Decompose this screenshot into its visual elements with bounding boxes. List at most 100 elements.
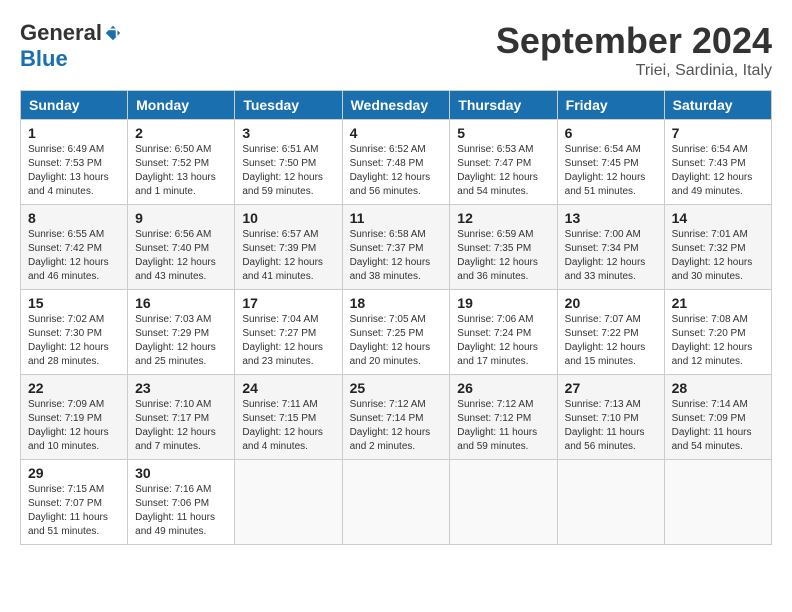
calendar-week-row: 8 Sunrise: 6:55 AMSunset: 7:42 PMDaylight…: [21, 205, 772, 290]
day-info: Sunrise: 7:06 AMSunset: 7:24 PMDaylight:…: [457, 313, 549, 369]
calendar-week-row: 22Sunrise: 7:09 AMSunset: 7:19 PMDayligh…: [21, 375, 772, 460]
day-number: 16: [135, 295, 227, 311]
day-number: 28: [672, 380, 764, 396]
logo: General Blue: [20, 20, 122, 72]
table-row: [450, 460, 557, 545]
day-number: 21: [672, 295, 764, 311]
day-number: 4: [350, 125, 443, 141]
day-info: Sunrise: 6:57 AMSunset: 7:39 PMDaylight:…: [242, 228, 334, 284]
day-number: 5: [457, 125, 549, 141]
day-number: 15: [28, 295, 120, 311]
day-info: Sunrise: 7:16 AMSunset: 7:06 PMDaylight:…: [135, 483, 227, 539]
logo-general-text: General: [20, 20, 102, 46]
day-number: 24: [242, 380, 334, 396]
day-info: Sunrise: 7:01 AMSunset: 7:32 PMDaylight:…: [672, 228, 764, 284]
day-number: 27: [565, 380, 657, 396]
day-number: 20: [565, 295, 657, 311]
calendar-header-row: Sunday Monday Tuesday Wednesday Thursday…: [21, 91, 772, 120]
table-row: 11 Sunrise: 6:58 AMSunset: 7:37 PMDayligh…: [342, 205, 450, 290]
day-number: 18: [350, 295, 443, 311]
header-thursday: Thursday: [450, 91, 557, 120]
calendar-week-row: 1 Sunrise: 6:49 AMSunset: 7:53 PMDaylight…: [21, 120, 772, 205]
day-info: Sunrise: 6:54 AMSunset: 7:43 PMDaylight:…: [672, 143, 764, 199]
day-info: Sunrise: 7:11 AMSunset: 7:15 PMDaylight:…: [242, 398, 334, 454]
table-row: 6Sunrise: 6:54 AMSunset: 7:45 PMDaylight…: [557, 120, 664, 205]
day-number: 13: [565, 210, 657, 226]
day-info: Sunrise: 6:59 AMSunset: 7:35 PMDaylight:…: [457, 228, 549, 284]
day-info: Sunrise: 6:52 AMSunset: 7:48 PMDaylight:…: [350, 143, 443, 199]
header-saturday: Saturday: [664, 91, 771, 120]
table-row: 13 Sunrise: 7:00 AMSunset: 7:34 PMDayligh…: [557, 205, 664, 290]
header-friday: Friday: [557, 91, 664, 120]
table-row: 7 Sunrise: 6:54 AMSunset: 7:43 PMDaylight…: [664, 120, 771, 205]
day-number: 30: [135, 465, 227, 481]
title-block: September 2024 Triei, Sardinia, Italy: [496, 20, 772, 80]
day-info: Sunrise: 7:08 AMSunset: 7:20 PMDaylight:…: [672, 313, 764, 369]
day-info: Sunrise: 7:05 AMSunset: 7:25 PMDaylight:…: [350, 313, 443, 369]
day-number: 17: [242, 295, 334, 311]
day-info: Sunrise: 6:55 AMSunset: 7:42 PMDaylight:…: [28, 228, 120, 284]
day-number: 2: [135, 125, 227, 141]
table-row: 25 Sunrise: 7:12 AMSunset: 7:14 PMDayligh…: [342, 375, 450, 460]
table-row: 23 Sunrise: 7:10 AMSunset: 7:17 PMDayligh…: [128, 375, 235, 460]
table-row: 21 Sunrise: 7:08 AMSunset: 7:20 PMDayligh…: [664, 290, 771, 375]
table-row: 28Sunrise: 7:14 AMSunset: 7:09 PMDayligh…: [664, 375, 771, 460]
day-info: Sunrise: 7:10 AMSunset: 7:17 PMDaylight:…: [135, 398, 227, 454]
day-number: 23: [135, 380, 227, 396]
table-row: 22Sunrise: 7:09 AMSunset: 7:19 PMDayligh…: [21, 375, 128, 460]
header-wednesday: Wednesday: [342, 91, 450, 120]
calendar-week-row: 15 Sunrise: 7:02 AMSunset: 7:30 PMDayligh…: [21, 290, 772, 375]
day-info: Sunrise: 6:58 AMSunset: 7:37 PMDaylight:…: [350, 228, 443, 284]
day-number: 29: [28, 465, 120, 481]
table-row: 19 Sunrise: 7:06 AMSunset: 7:24 PMDayligh…: [450, 290, 557, 375]
day-number: 19: [457, 295, 549, 311]
table-row: 20 Sunrise: 7:07 AMSunset: 7:22 PMDayligh…: [557, 290, 664, 375]
table-row: 4 Sunrise: 6:52 AMSunset: 7:48 PMDaylight…: [342, 120, 450, 205]
header-sunday: Sunday: [21, 91, 128, 120]
day-info: Sunrise: 6:50 AMSunset: 7:52 PMDaylight:…: [135, 143, 227, 199]
table-row: [557, 460, 664, 545]
day-info: Sunrise: 7:12 AMSunset: 7:14 PMDaylight:…: [350, 398, 443, 454]
table-row: 2 Sunrise: 6:50 AMSunset: 7:52 PMDaylight…: [128, 120, 235, 205]
day-info: Sunrise: 7:02 AMSunset: 7:30 PMDaylight:…: [28, 313, 120, 369]
table-row: [342, 460, 450, 545]
table-row: 29 Sunrise: 7:15 AMSunset: 7:07 PMDayligh…: [21, 460, 128, 545]
day-number: 26: [457, 380, 549, 396]
page-header: General Blue September 2024 Triei, Sardi…: [20, 20, 772, 80]
table-row: 1 Sunrise: 6:49 AMSunset: 7:53 PMDaylight…: [21, 120, 128, 205]
day-number: 10: [242, 210, 334, 226]
day-info: Sunrise: 7:00 AMSunset: 7:34 PMDaylight:…: [565, 228, 657, 284]
day-info: Sunrise: 7:13 AMSunset: 7:10 PMDaylight:…: [565, 398, 657, 454]
day-info: Sunrise: 7:07 AMSunset: 7:22 PMDaylight:…: [565, 313, 657, 369]
table-row: 15 Sunrise: 7:02 AMSunset: 7:30 PMDayligh…: [21, 290, 128, 375]
table-row: 3Sunrise: 6:51 AMSunset: 7:50 PMDaylight…: [235, 120, 342, 205]
table-row: [235, 460, 342, 545]
table-row: 26Sunrise: 7:12 AMSunset: 7:12 PMDayligh…: [450, 375, 557, 460]
table-row: 9Sunrise: 6:56 AMSunset: 7:40 PMDaylight…: [128, 205, 235, 290]
month-title: September 2024: [496, 20, 772, 62]
table-row: 17 Sunrise: 7:04 AMSunset: 7:27 PMDayligh…: [235, 290, 342, 375]
day-number: 3: [242, 125, 334, 141]
day-info: Sunrise: 6:53 AMSunset: 7:47 PMDaylight:…: [457, 143, 549, 199]
logo-blue-text: Blue: [20, 46, 68, 71]
table-row: [664, 460, 771, 545]
day-number: 1: [28, 125, 120, 141]
day-number: 14: [672, 210, 764, 226]
day-number: 11: [350, 210, 443, 226]
day-info: Sunrise: 7:04 AMSunset: 7:27 PMDaylight:…: [242, 313, 334, 369]
table-row: 14 Sunrise: 7:01 AMSunset: 7:32 PMDayligh…: [664, 205, 771, 290]
header-monday: Monday: [128, 91, 235, 120]
day-number: 8: [28, 210, 120, 226]
table-row: 8 Sunrise: 6:55 AMSunset: 7:42 PMDaylight…: [21, 205, 128, 290]
day-number: 6: [565, 125, 657, 141]
day-info: Sunrise: 6:49 AMSunset: 7:53 PMDaylight:…: [28, 143, 120, 199]
table-row: 16Sunrise: 7:03 AMSunset: 7:29 PMDayligh…: [128, 290, 235, 375]
logo-icon: [104, 24, 122, 42]
table-row: 12Sunrise: 6:59 AMSunset: 7:35 PMDayligh…: [450, 205, 557, 290]
day-info: Sunrise: 7:15 AMSunset: 7:07 PMDaylight:…: [28, 483, 120, 539]
table-row: 18 Sunrise: 7:05 AMSunset: 7:25 PMDayligh…: [342, 290, 450, 375]
table-row: 30 Sunrise: 7:16 AMSunset: 7:06 PMDayligh…: [128, 460, 235, 545]
calendar-week-row: 29 Sunrise: 7:15 AMSunset: 7:07 PMDayligh…: [21, 460, 772, 545]
day-number: 7: [672, 125, 764, 141]
day-number: 25: [350, 380, 443, 396]
